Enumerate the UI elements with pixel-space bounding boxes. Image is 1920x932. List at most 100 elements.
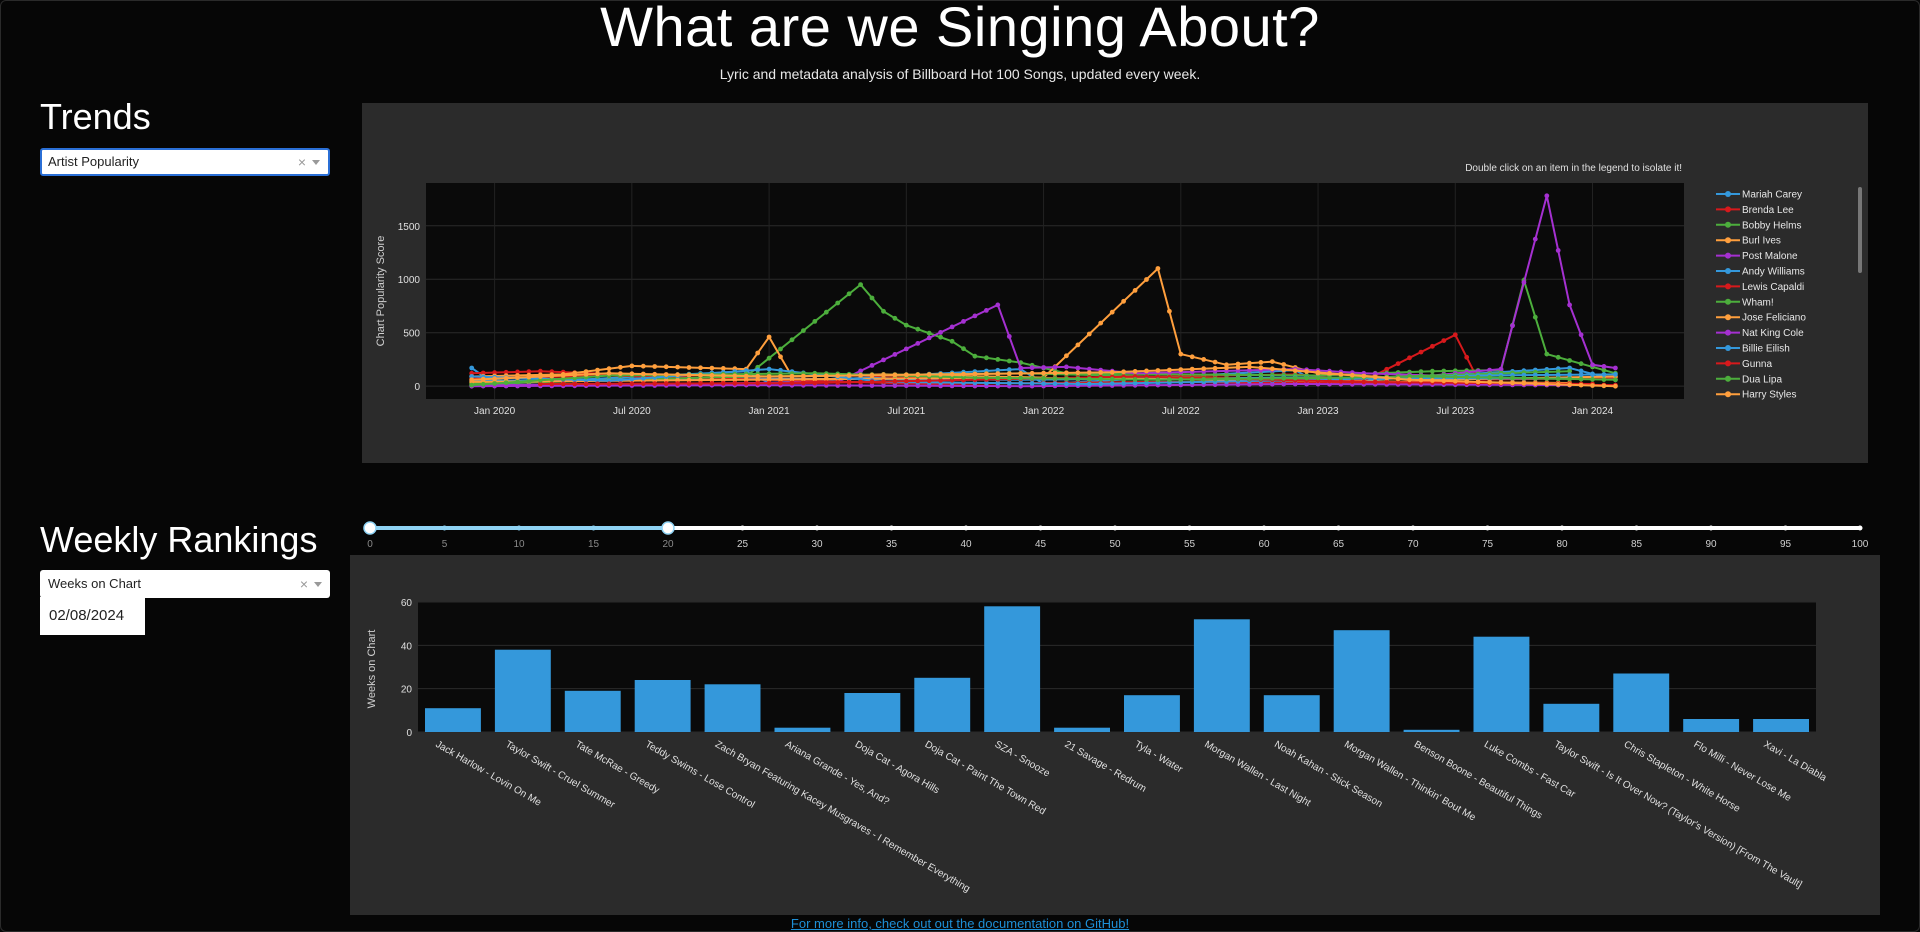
chevron-down-icon[interactable] — [312, 160, 320, 165]
legend-item[interactable]: Andy Williams — [1716, 267, 1805, 278]
legend-item[interactable]: Jose Feliciano — [1716, 313, 1806, 324]
legend-item[interactable]: Bobby Helms — [1716, 220, 1801, 231]
data-point — [503, 380, 509, 386]
data-point — [1178, 351, 1184, 357]
legend-item[interactable]: Lewis Capaldi — [1716, 282, 1804, 293]
data-point — [1281, 367, 1287, 373]
data-point — [1041, 376, 1046, 381]
weeks-range-slider[interactable]: 0 5 10 15 20 25 30 35 40 45 50 55 60 65 70 75 80 85 90 95 10… — [350, 512, 1870, 552]
data-point — [869, 295, 875, 301]
legend-item[interactable]: Wham! — [1716, 297, 1774, 308]
legend-item[interactable]: Billie Eilish — [1716, 344, 1790, 355]
data-point — [1315, 370, 1321, 375]
bar[interactable] — [844, 693, 901, 732]
data-point — [766, 374, 772, 379]
data-point — [1555, 382, 1561, 387]
data-point — [881, 372, 886, 378]
data-point — [1498, 366, 1504, 372]
bar[interactable] — [1124, 695, 1180, 732]
data-point — [1441, 378, 1447, 384]
bar[interactable] — [1753, 719, 1809, 732]
data-point — [572, 372, 578, 378]
artist-popularity-line-chart: Jan 2020 Jul 2020 Jan 2021 Jul 2021 Jan 2022… — [375, 163, 1862, 417]
data-point — [823, 380, 829, 386]
legend-label: Bobby Helms — [1742, 220, 1801, 231]
slider-mark-dot — [1112, 525, 1118, 531]
bar[interactable] — [634, 680, 691, 732]
bar[interactable] — [1683, 719, 1740, 732]
trends-dropdown-value: Artist Popularity — [48, 154, 140, 169]
data-point — [1121, 377, 1126, 382]
data-point — [812, 373, 818, 379]
bar[interactable] — [564, 690, 621, 732]
bar[interactable] — [1193, 619, 1250, 732]
legend-item[interactable]: Nat King Cole — [1716, 328, 1804, 339]
data-point — [629, 363, 635, 369]
data-point — [892, 315, 898, 321]
legend-item[interactable]: Burl Ives — [1716, 236, 1781, 247]
bar[interactable] — [1054, 727, 1110, 732]
clear-icon[interactable]: × — [300, 570, 308, 598]
bar[interactable] — [984, 606, 1041, 732]
bar[interactable] — [1613, 673, 1670, 733]
data-point — [469, 382, 475, 388]
data-point — [1269, 366, 1275, 372]
clear-icon[interactable]: × — [298, 150, 306, 174]
data-point — [881, 308, 886, 314]
bar[interactable] — [774, 727, 831, 732]
data-point — [926, 330, 932, 336]
data-point — [1521, 380, 1527, 386]
date-picker-input[interactable]: 02/08/2024 — [40, 597, 145, 635]
slider-mark-dot — [740, 525, 745, 531]
slider-mark-dot — [1038, 525, 1043, 531]
bar[interactable] — [494, 649, 551, 732]
weekly-metric-dropdown[interactable]: Weeks on Chart × — [40, 570, 330, 598]
legend-item[interactable]: Post Malone — [1716, 251, 1798, 262]
data-point — [1544, 381, 1550, 387]
data-point — [1247, 364, 1252, 370]
data-point — [1155, 377, 1161, 383]
slider-mark-label: 35 — [886, 539, 898, 550]
data-point — [1281, 362, 1287, 367]
legend-item[interactable]: Gunna — [1716, 359, 1772, 370]
data-point — [1212, 376, 1218, 382]
legend-label: Dua Lipa — [1742, 374, 1782, 385]
slider-handle[interactable] — [661, 521, 675, 535]
legend-item[interactable]: Brenda Lee — [1716, 205, 1794, 216]
data-point — [1121, 369, 1126, 375]
slider-mark-dot — [442, 525, 447, 531]
data-point — [1304, 369, 1309, 374]
bar[interactable] — [1403, 729, 1460, 732]
weekly-rankings-heading: Weekly Rankings — [40, 519, 318, 560]
data-point — [469, 377, 475, 383]
data-point — [823, 373, 829, 379]
x-tick-label: Morgan Wallen - Thinkin' Bout Me — [1342, 739, 1478, 824]
data-point — [1567, 302, 1572, 308]
bar[interactable] — [1263, 695, 1320, 732]
data-point — [1452, 378, 1458, 384]
bar[interactable] — [704, 684, 761, 732]
data-point — [1029, 370, 1035, 376]
legend-item[interactable]: Mariah Carey — [1716, 190, 1802, 201]
rank-chart-panel: 0 20 40 60 Jack Harlow - Lovin On Me Taylor … — [350, 555, 1880, 915]
bar[interactable] — [1333, 630, 1390, 732]
data-point — [480, 376, 486, 382]
bar[interactable] — [1473, 636, 1530, 732]
bar[interactable] — [1543, 703, 1600, 732]
legend-scrollbar[interactable] — [1858, 187, 1862, 273]
bar[interactable] — [914, 677, 971, 732]
legend-item[interactable]: Harry Styles — [1716, 390, 1796, 401]
slider-handle[interactable] — [363, 521, 377, 535]
data-point — [1590, 372, 1595, 377]
data-point — [1167, 308, 1172, 314]
legend-item[interactable]: Dua Lipa — [1716, 374, 1782, 385]
data-point — [949, 324, 955, 330]
chevron-down-icon[interactable] — [314, 582, 322, 587]
bar[interactable] — [425, 708, 481, 732]
github-docs-link[interactable]: For more info, check out out the documen… — [0, 916, 1920, 931]
data-point — [961, 346, 966, 352]
legend-marker — [1725, 298, 1731, 305]
trends-metric-dropdown[interactable]: Artist Popularity × — [40, 148, 330, 176]
data-point — [686, 381, 692, 386]
data-point — [1029, 375, 1035, 381]
